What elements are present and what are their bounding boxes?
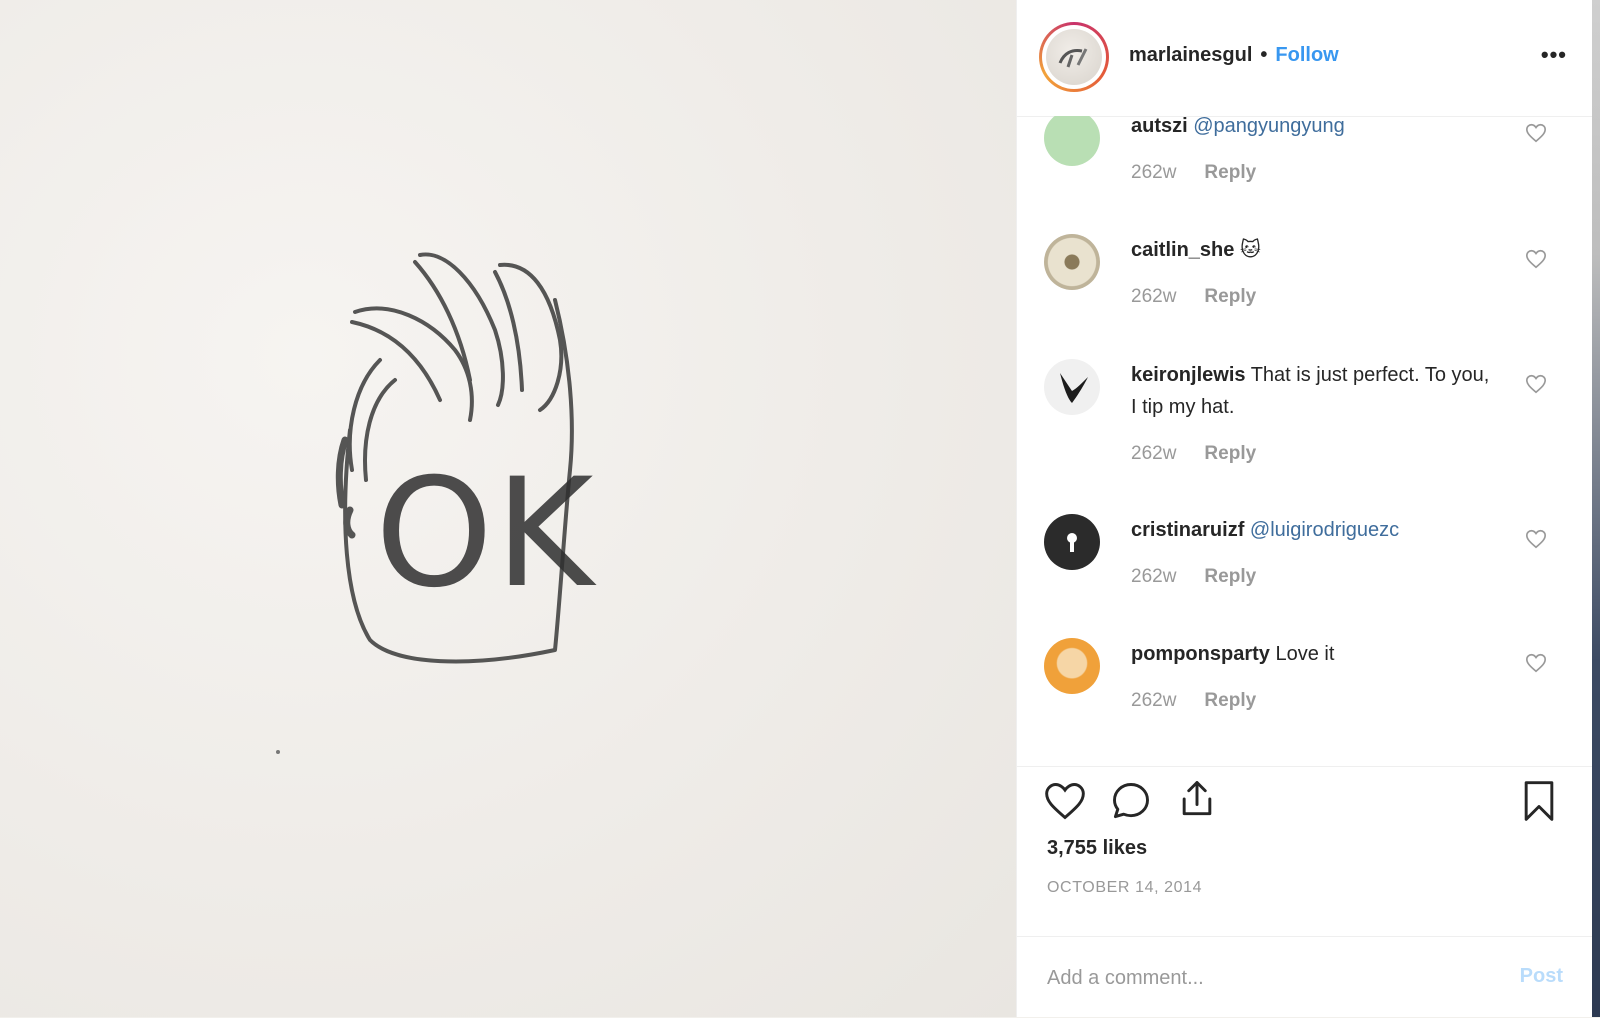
add-comment-bar: Post [1017, 936, 1593, 1018]
comment-text: autszi @pangyungyung [1131, 116, 1491, 142]
comment-heart-icon[interactable] [1525, 122, 1547, 144]
comment-age: 262w [1131, 690, 1177, 711]
comment-meta: 262w Reply [1131, 286, 1256, 308]
comment-age: 262w [1131, 566, 1177, 587]
header-separator: • [1260, 44, 1268, 66]
reply-button[interactable]: Reply [1204, 566, 1256, 588]
comment-heart-icon[interactable] [1525, 528, 1547, 550]
heart-icon[interactable] [1043, 779, 1087, 823]
bookmark-icon[interactable] [1517, 777, 1561, 825]
post-comment-button[interactable]: Post [1520, 965, 1563, 988]
reply-button[interactable]: Reply [1204, 443, 1256, 465]
share-icon[interactable] [1175, 777, 1219, 821]
comment-heart-icon[interactable] [1525, 248, 1547, 270]
comments-list[interactable]: autszi @pangyungyung 262w Reply caitlin_… [1017, 116, 1593, 766]
comment-age: 262w [1131, 286, 1177, 307]
paper-speck [276, 750, 280, 754]
comment-text: caitlin_she 🐱 [1131, 234, 1491, 266]
comment-text: keironjlewis That is just perfect. To yo… [1131, 359, 1491, 423]
follow-button[interactable]: Follow [1275, 44, 1338, 67]
post-sidebar: marlainesgul • Follow ••• autszi @pangyu… [1016, 0, 1593, 1017]
comment-username[interactable]: autszi [1131, 116, 1188, 137]
comment-age: 262w [1131, 162, 1177, 183]
header-username[interactable]: marlainesgul [1129, 44, 1252, 67]
avatar-image [1058, 48, 1088, 68]
comment-meta: 262w Reply [1131, 443, 1256, 465]
comment-meta: 262w Reply [1131, 690, 1256, 712]
comment-mention[interactable]: @luigirodriguezc [1250, 519, 1399, 541]
window-edge [1592, 0, 1600, 1017]
more-options-icon[interactable]: ••• [1541, 42, 1567, 68]
post-header: marlainesgul • Follow ••• [1017, 0, 1593, 117]
comment-avatar[interactable] [1044, 359, 1100, 415]
reply-button[interactable]: Reply [1204, 162, 1256, 184]
comment-username[interactable]: keironjlewis [1131, 364, 1246, 386]
comment-text: cristinaruizf @luigirodriguezc [1131, 514, 1491, 546]
comment-avatar[interactable] [1044, 234, 1100, 290]
reply-button[interactable]: Reply [1204, 690, 1256, 712]
comment-body: 🐱 [1239, 239, 1261, 261]
comment-bubble-icon[interactable] [1109, 779, 1153, 823]
comment-meta: 262w Reply [1131, 566, 1256, 588]
reply-button[interactable]: Reply [1204, 286, 1256, 308]
comment-avatar[interactable] [1044, 514, 1100, 570]
post-date: OCTOBER 14, 2014 [1047, 879, 1203, 896]
comment-mention[interactable]: @pangyungyung [1193, 116, 1345, 137]
comment-heart-icon[interactable] [1525, 373, 1547, 395]
drawn-ok-letters: OK [375, 447, 597, 621]
likes-count[interactable]: 3,755 likes [1047, 837, 1147, 860]
comment-username[interactable]: cristinaruizf [1131, 519, 1244, 541]
post-actions: 3,755 likes OCTOBER 14, 2014 [1017, 766, 1593, 937]
comment-username[interactable]: pomponsparty [1131, 643, 1270, 665]
comment-heart-icon[interactable] [1525, 652, 1547, 674]
profile-avatar[interactable] [1039, 22, 1109, 92]
ok-hand-drawing: OK [276, 252, 597, 754]
add-comment-input[interactable] [1045, 959, 1479, 997]
comment-text: pomponsparty Love it [1131, 638, 1491, 670]
comment-username[interactable]: caitlin_she [1131, 239, 1234, 261]
comment-avatar[interactable] [1044, 638, 1100, 694]
header-user-line: marlainesgul • Follow [1129, 44, 1339, 67]
comment-avatar[interactable] [1044, 116, 1100, 166]
comment-age: 262w [1131, 443, 1177, 464]
comment-meta: 262w Reply [1131, 162, 1256, 184]
post-photo: OK [0, 0, 1016, 1017]
comment-body: Love it [1275, 643, 1335, 665]
